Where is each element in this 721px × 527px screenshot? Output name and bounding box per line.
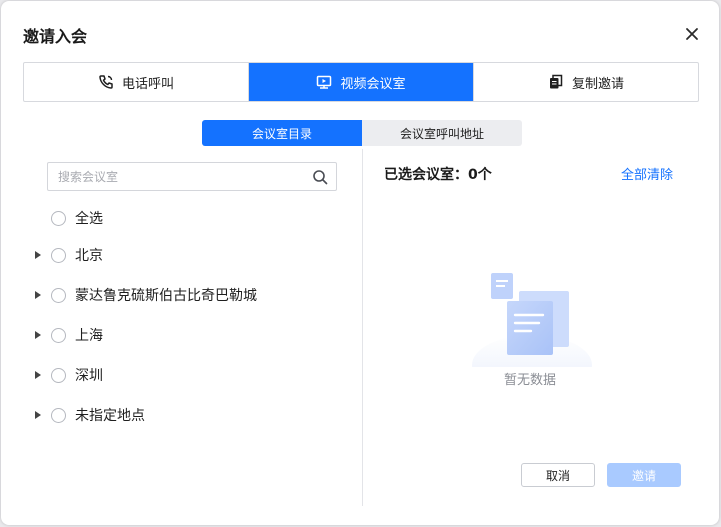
tab-copy-invite[interactable]: 复制邀请 bbox=[473, 63, 698, 101]
selected-count: 已选会议室：0个 bbox=[384, 167, 492, 183]
tab-room-directory[interactable]: 会议室目录 bbox=[202, 120, 362, 146]
empty-state-illustration bbox=[472, 273, 592, 367]
expand-caret-icon[interactable] bbox=[31, 288, 45, 302]
tab-video-room-label: 视频会议室 bbox=[340, 76, 406, 92]
expand-caret-icon[interactable] bbox=[31, 368, 45, 382]
close-button[interactable] bbox=[682, 24, 702, 44]
invite-dialog: 邀请入会 电话呼叫 视频会议室 复制邀请 会议室目录 会议室呼叫地址 搜索会议室… bbox=[1, 1, 719, 525]
tab-video-room[interactable]: 视频会议室 bbox=[248, 63, 473, 101]
tree-node-label: 未指定地点 bbox=[75, 408, 145, 424]
phone-icon bbox=[98, 74, 114, 90]
cancel-button[interactable]: 取消 bbox=[521, 463, 595, 487]
select-all-row[interactable]: 全选 bbox=[31, 198, 351, 238]
tab-copy-invite-label: 复制邀请 bbox=[571, 76, 624, 92]
tree-node[interactable]: 蒙达鲁克硫斯伯古比奇巴勒城 bbox=[31, 275, 351, 315]
tree-node-label: 北京 bbox=[75, 248, 103, 264]
invite-button[interactable]: 邀请 bbox=[607, 463, 681, 487]
empty-state-text: 暂无数据 bbox=[504, 373, 557, 388]
tree-node-label: 深圳 bbox=[75, 368, 103, 384]
tree-node-radio[interactable] bbox=[51, 367, 66, 383]
tree-node[interactable]: 深圳 bbox=[31, 355, 351, 395]
tab-phone-call-label: 电话呼叫 bbox=[121, 76, 174, 92]
room-search bbox=[47, 162, 337, 191]
tree-node-radio[interactable] bbox=[51, 407, 66, 423]
clear-all-link[interactable]: 全部清除 bbox=[621, 164, 673, 183]
tree-node-label: 蒙达鲁克硫斯伯古比奇巴勒城 bbox=[75, 288, 257, 304]
tree-node[interactable]: 未指定地点 bbox=[31, 395, 351, 435]
invite-method-tabs: 电话呼叫 视频会议室 复制邀请 bbox=[23, 62, 699, 102]
dialog-title: 邀请入会 bbox=[23, 27, 88, 46]
tree-node-label: 上海 bbox=[75, 328, 103, 344]
expand-caret-icon[interactable] bbox=[31, 328, 45, 342]
expand-caret-icon[interactable] bbox=[31, 408, 45, 422]
tab-room-address[interactable]: 会议室呼叫地址 bbox=[362, 120, 522, 146]
tree-node[interactable]: 北京 bbox=[31, 235, 351, 275]
expand-caret-icon[interactable] bbox=[31, 248, 45, 262]
close-icon bbox=[686, 28, 698, 40]
select-all-radio[interactable] bbox=[51, 210, 66, 226]
search-input[interactable] bbox=[48, 163, 318, 190]
video-room-icon bbox=[316, 74, 332, 90]
copy-icon bbox=[548, 74, 564, 90]
tab-phone-call[interactable]: 电话呼叫 bbox=[24, 63, 248, 101]
search-icon[interactable] bbox=[312, 169, 328, 185]
tree-node[interactable]: 上海 bbox=[31, 315, 351, 355]
tree-node-radio[interactable] bbox=[51, 287, 66, 303]
tree-node-radio[interactable] bbox=[51, 247, 66, 263]
select-all-label: 全选 bbox=[75, 211, 103, 227]
panel-divider bbox=[362, 149, 363, 506]
room-source-switch: 会议室目录 会议室呼叫地址 bbox=[202, 120, 522, 146]
tree-node-radio[interactable] bbox=[51, 327, 66, 343]
